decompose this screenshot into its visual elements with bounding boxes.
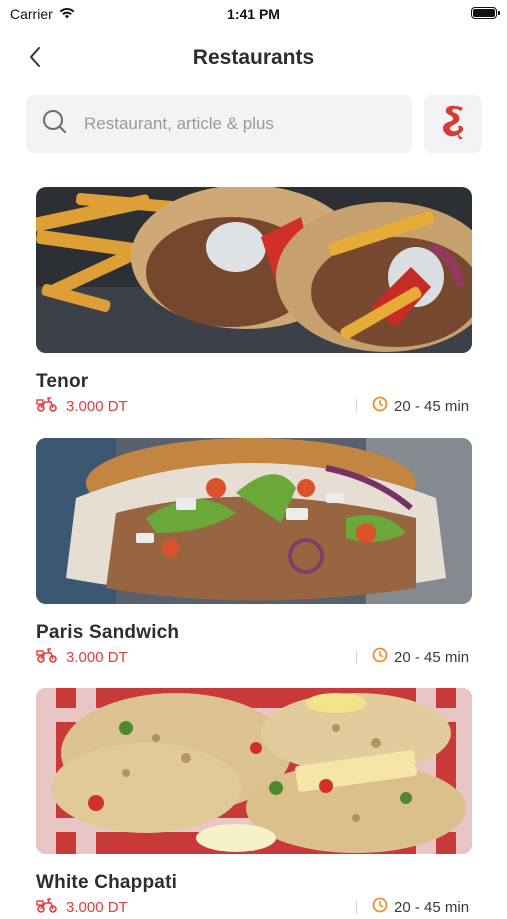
- restaurant-meta: 3.000 DT 20 - 45 min: [36, 647, 472, 669]
- restaurant-name: Paris Sandwich: [36, 622, 180, 643]
- restaurant-name: White Chappati: [36, 872, 178, 893]
- restaurant-image: [36, 438, 472, 604]
- delivery-fee: 3.000 DT: [36, 897, 128, 917]
- delivery-fee-value: 3.000 DT: [66, 898, 128, 916]
- delivery-fee-value: 3.000 DT: [66, 397, 128, 415]
- delivery-fee-value: 3.000 DT: [66, 648, 128, 666]
- delivery-time-value: 20 - 45 min: [394, 648, 470, 666]
- restaurant-name: Tenor: [36, 371, 89, 392]
- restaurant-card[interactable]: Tenor 3.000 DT 20 - 45 min: [36, 187, 472, 418]
- delivery-time: 20 - 45 min: [372, 647, 469, 667]
- clock-icon: [372, 647, 388, 667]
- scooter-icon: [36, 897, 58, 917]
- search-input[interactable]: [82, 113, 386, 135]
- delivery-time-value: 20 - 45 min: [394, 898, 470, 916]
- scooter-icon: [36, 647, 58, 667]
- delivery-time: 20 - 45 min: [372, 897, 469, 917]
- clock-icon: [372, 396, 388, 416]
- restaurant-image: [36, 688, 472, 854]
- meta-divider: [356, 399, 357, 413]
- delivery-time: 20 - 45 min: [372, 396, 469, 416]
- status-bar: Carrier 1:41 PM: [0, 0, 507, 30]
- delivery-fee: 3.000 DT: [36, 647, 128, 667]
- search-bar[interactable]: [26, 95, 412, 153]
- restaurant-image: [36, 187, 472, 353]
- delivery-fee: 3.000 DT: [36, 396, 128, 416]
- clock-icon: [372, 897, 388, 917]
- status-time: 1:41 PM: [227, 6, 280, 22]
- restaurant-meta: 3.000 DT 20 - 45 min: [36, 396, 472, 418]
- scooter-icon: [36, 396, 58, 416]
- restaurant-card[interactable]: Paris Sandwich 3.000 DT 20 - 45 min: [36, 438, 472, 669]
- restaurant-card[interactable]: White Chappati 3.000 DT 20 - 45 min: [36, 688, 472, 919]
- brand-logo-icon: [437, 102, 469, 147]
- search-icon: [42, 109, 68, 140]
- navigation-bar: Restaurants: [0, 36, 507, 82]
- meta-divider: [356, 650, 357, 664]
- delivery-time-value: 20 - 45 min: [394, 397, 470, 415]
- battery-icon: [471, 7, 500, 19]
- page-title: Restaurants: [192, 46, 315, 69]
- brand-filter-button[interactable]: [424, 95, 482, 153]
- meta-divider: [356, 900, 357, 914]
- restaurant-meta: 3.000 DT 20 - 45 min: [36, 897, 472, 919]
